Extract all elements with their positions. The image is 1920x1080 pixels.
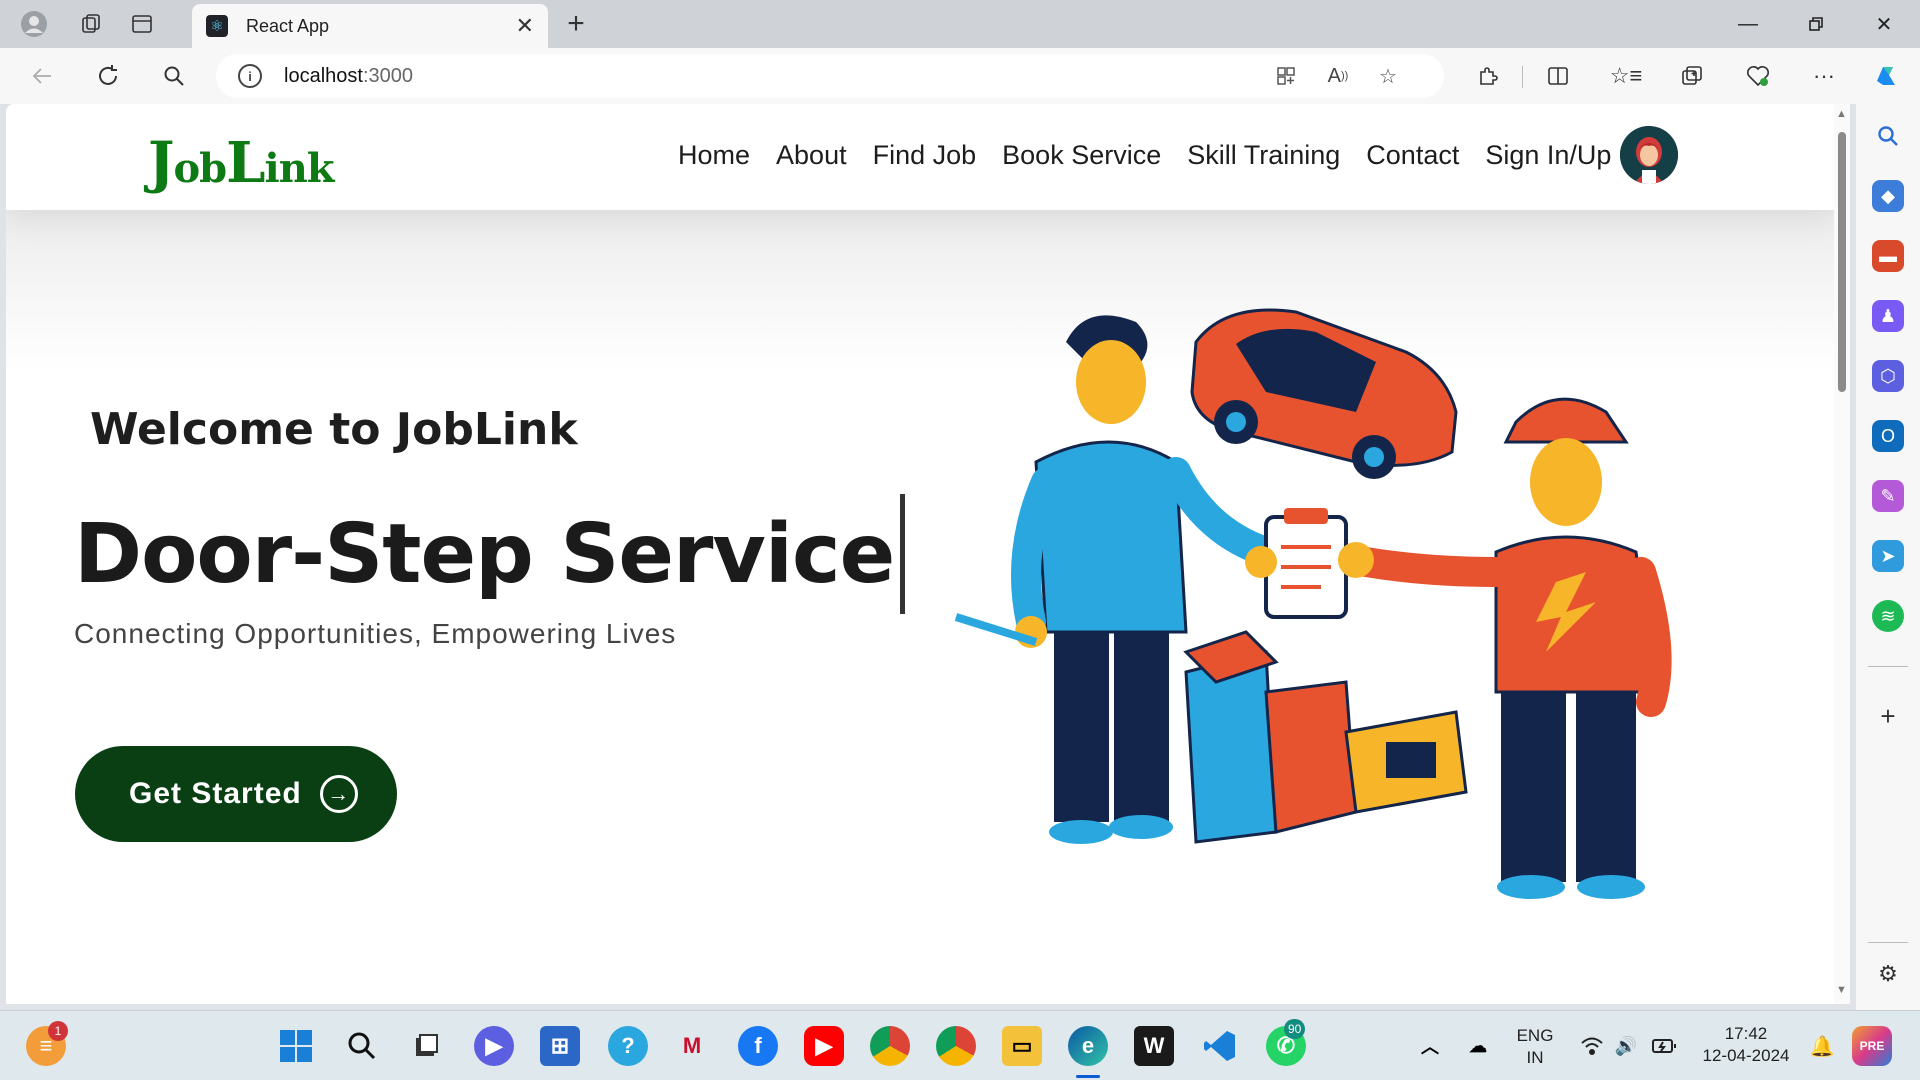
- split-screen-icon[interactable]: [1542, 60, 1574, 92]
- get-help-icon[interactable]: ?: [608, 1026, 648, 1066]
- tab-actions-icon[interactable]: [126, 8, 158, 40]
- clipboard-illustration: [1245, 508, 1348, 619]
- car-illustration: [1190, 308, 1458, 479]
- mcafee-icon[interactable]: M: [672, 1026, 712, 1066]
- battery-charging-icon[interactable]: [1644, 1026, 1684, 1066]
- arrow-right-icon: →: [319, 775, 358, 813]
- onedrive-error-icon[interactable]: ☁: [1458, 1026, 1498, 1066]
- edge-active-indicator: [1076, 1075, 1100, 1078]
- whatsapp-badge: 90: [1284, 1019, 1306, 1039]
- show-hidden-icons-chevron-icon[interactable]: ︿: [1410, 1026, 1450, 1066]
- favorite-star-icon[interactable]: ☆: [1372, 60, 1404, 92]
- search-icon[interactable]: [158, 60, 190, 92]
- app-available-icon[interactable]: [1270, 60, 1302, 92]
- browser-essentials-icon[interactable]: [1742, 60, 1774, 92]
- workspaces-icon[interactable]: [76, 8, 108, 40]
- site-navbar: JobLink Home About Find Job Book Service…: [6, 104, 1834, 210]
- hero-tagline: Connecting Opportunities, Empowering Liv…: [74, 618, 677, 649]
- react-logo-icon: ⚛: [206, 15, 228, 37]
- toolbar-divider: [1522, 66, 1523, 88]
- clock[interactable]: 17:42 12-04-2024: [1696, 1023, 1796, 1067]
- favorites-icon[interactable]: ☆≡: [1610, 60, 1643, 92]
- chrome-profile-icon[interactable]: [936, 1026, 976, 1066]
- edge-sidebar: ◆ ▬ ♟ ⬡ O ✎ ➤ ≋ + ⚙: [1856, 104, 1920, 1010]
- scroll-down-icon[interactable]: ▼: [1836, 984, 1847, 996]
- add-sidebar-app-icon[interactable]: +: [1872, 700, 1904, 732]
- task-view-icon[interactable]: [406, 1026, 446, 1066]
- site-info-icon[interactable]: i: [238, 64, 262, 88]
- more-menu-icon[interactable]: ···: [1808, 60, 1840, 92]
- taskbar-search-icon[interactable]: [342, 1026, 382, 1066]
- tools-briefcase-icon[interactable]: ▬: [1872, 240, 1904, 272]
- volume-icon[interactable]: 🔊: [1606, 1026, 1646, 1066]
- copilot-icon[interactable]: [1870, 60, 1902, 92]
- page-viewport: JobLink Home About Find Job Book Service…: [6, 104, 1834, 1004]
- facebook-icon[interactable]: f: [738, 1026, 778, 1066]
- widget-badge: 1: [48, 1021, 68, 1041]
- typing-caret: [900, 494, 906, 614]
- tab-title: React App: [246, 15, 330, 36]
- chrome-icon[interactable]: [870, 1026, 910, 1066]
- address-bar[interactable]: i localhost:3000 A)) ☆: [216, 54, 1444, 98]
- read-aloud-icon[interactable]: A)): [1322, 60, 1354, 92]
- vscode-icon[interactable]: [1200, 1026, 1240, 1066]
- close-tab-icon[interactable]: ✕: [516, 13, 534, 39]
- file-explorer-icon[interactable]: ▭: [1002, 1026, 1042, 1066]
- collections-icon[interactable]: [1676, 60, 1708, 92]
- spotify-icon[interactable]: ≋: [1872, 600, 1904, 632]
- tab-react-app[interactable]: ⚛ React App ✕: [192, 4, 548, 48]
- new-tab-button[interactable]: +: [560, 7, 592, 40]
- nav-contact[interactable]: Contact: [1366, 140, 1459, 171]
- windows-start-icon[interactable]: [276, 1026, 316, 1066]
- hero-headline: Door-Step Service: [74, 494, 906, 614]
- copilot-preview-icon[interactable]: PRE: [1852, 1026, 1892, 1066]
- language-indicator[interactable]: ENG IN: [1510, 1025, 1560, 1069]
- nav-book-service[interactable]: Book Service: [1002, 140, 1161, 171]
- hero-headline-text: Door-Step Service: [74, 506, 895, 602]
- scroll-thumb[interactable]: [1838, 132, 1846, 392]
- nav-menu: Home About Find Job Book Service Skill T…: [678, 140, 1611, 171]
- get-started-button[interactable]: Get Started →: [75, 746, 397, 842]
- youtube-icon[interactable]: ▶: [804, 1026, 844, 1066]
- nav-about[interactable]: About: [776, 140, 847, 171]
- sidebar-search-icon[interactable]: [1872, 120, 1904, 152]
- designer-icon[interactable]: ✎: [1872, 480, 1904, 512]
- get-started-label: Get Started: [129, 777, 302, 810]
- restore-button[interactable]: [1796, 6, 1836, 42]
- nav-skill-training[interactable]: Skill Training: [1187, 140, 1340, 171]
- extensions-icon[interactable]: [1472, 60, 1504, 92]
- nav-sign-in[interactable]: Sign In/Up: [1485, 140, 1611, 171]
- webstorm-icon[interactable]: W: [1134, 1026, 1174, 1066]
- refresh-icon[interactable]: [92, 60, 124, 92]
- send-icon[interactable]: ➤: [1872, 540, 1904, 572]
- profile-icon[interactable]: [18, 8, 50, 40]
- hero-illustration: [954, 308, 1672, 899]
- games-icon[interactable]: ♟: [1872, 300, 1904, 332]
- edge-icon[interactable]: e: [1068, 1026, 1108, 1066]
- welcome-heading: Welcome to JobLink: [90, 404, 578, 455]
- sidebar-settings-gear-icon[interactable]: ⚙: [1872, 958, 1904, 990]
- close-window-button[interactable]: ✕: [1864, 6, 1904, 42]
- boxes-illustration: [1183, 630, 1468, 844]
- joblink-logo[interactable]: JobLink: [148, 130, 335, 196]
- browser-titlebar: ⚛ React App ✕ + — ✕: [0, 0, 1920, 48]
- nav-home[interactable]: Home: [678, 140, 750, 171]
- nav-find-job[interactable]: Find Job: [873, 140, 977, 171]
- url-text[interactable]: localhost:3000: [284, 65, 413, 88]
- teams-chat-icon[interactable]: ▶: [474, 1026, 514, 1066]
- notification-bell-icon[interactable]: 🔔: [1802, 1026, 1842, 1066]
- shopping-tag-icon[interactable]: ◆: [1872, 180, 1904, 212]
- microsoft-365-icon[interactable]: ⬡: [1872, 360, 1904, 392]
- minimize-button[interactable]: —: [1728, 6, 1768, 42]
- page-scrollbar[interactable]: ▲ ▼: [1834, 104, 1850, 1004]
- browser-toolbar: i localhost:3000 A)) ☆ ☆≡ ···: [0, 48, 1920, 104]
- sidebar-divider: [1868, 666, 1908, 667]
- user-avatar[interactable]: [1620, 126, 1678, 184]
- microsoft-store-icon[interactable]: ⊞: [540, 1026, 580, 1066]
- back-icon[interactable]: [26, 60, 58, 92]
- scroll-up-icon[interactable]: ▲: [1836, 108, 1847, 120]
- windows-taskbar: ≡ 1 ▶ ⊞ ? M f ▶ ▭ e W ✆ 90 ︿ ☁ ENG IN 🔊 1…: [0, 1010, 1920, 1080]
- outlook-icon[interactable]: O: [1872, 420, 1904, 452]
- sidebar-divider-bottom: [1868, 942, 1908, 943]
